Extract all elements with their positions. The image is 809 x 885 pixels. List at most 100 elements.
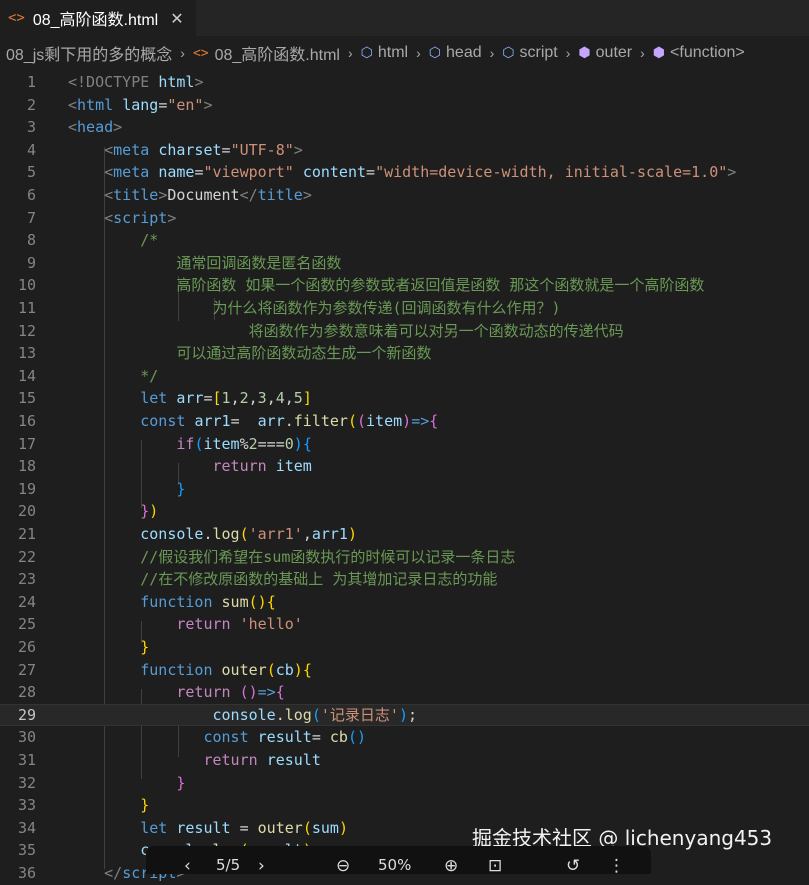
code-line[interactable]: 28 return ()=>{ [0,681,809,704]
code-line[interactable]: 2 <html lang="en"> [0,94,809,117]
element-icon: ⬡ [428,45,442,61]
chevron-left-icon[interactable]: ‹ [184,856,191,876]
code-token: content [302,163,367,182]
code-line[interactable]: 7 <script> [0,207,809,230]
code-token: ( [248,592,258,611]
code-line[interactable]: 1 <!DOCTYPE html> [0,71,809,94]
code-token: ( [311,705,321,724]
code-line[interactable]: 4 <meta charset="UTF-8"> [0,139,809,162]
code-line[interactable]: 27 function outer(cb){ [0,659,809,682]
code-line[interactable]: 6 <title>Document</title> [0,184,809,207]
code-line[interactable]: 30 const result= cb() [0,726,809,749]
code-text: <meta name="viewport" content="width=dev… [68,161,736,184]
code-line[interactable]: 26 } [0,636,809,659]
breadcrumb-folder[interactable]: 08_js剩下用的多的概念 [6,41,172,65]
code-token: > [293,140,303,159]
zoom-in-icon[interactable]: ⊕ [444,856,458,876]
code-line[interactable]: 32 } [0,772,809,795]
code-line[interactable]: 25 return 'hello' [0,613,809,636]
line-number: 35 [17,841,36,860]
code-line[interactable]: 12 将函数作为参数意味着可以对另一个函数动态的传递代码 [0,320,809,343]
code-token: console [212,705,276,724]
code-line[interactable]: 24 function sum(){ [0,591,809,614]
close-icon[interactable]: ✕ [170,9,183,28]
chevron-right-icon[interactable]: › [258,856,265,876]
code-token: ) [257,592,267,611]
code-line[interactable]: 23 //在不修改原函数的基础上 为其增加记录日志的功能 [0,568,809,591]
code-token: 2 [239,389,249,408]
code-text: 可以通过高阶函数动态生成一个新函数 [68,342,431,365]
line-number: 31 [17,751,36,769]
code-token: ) [293,660,303,679]
line-number: 34 [17,818,36,837]
line-number: 28 [17,683,36,702]
code-token: sum [221,592,249,611]
code-line[interactable]: 14 */ [0,365,809,388]
line-number: 18 [17,457,36,476]
line-number: 24 [17,592,36,611]
breadcrumb-script[interactable]: script [520,44,558,62]
breadcrumb-file[interactable]: 08_高阶函数.html [215,41,340,65]
code-line[interactable]: 18 return item [0,455,809,478]
fit-screen-icon[interactable]: ⊡ [488,856,502,876]
code-line[interactable]: 13 可以通过高阶函数动态生成一个新函数 [0,342,809,365]
code-token: ) [357,728,367,747]
line-number: 25 [17,615,36,634]
tab-active[interactable]: <> 08_高阶函数.html ✕ [0,0,196,36]
code-token: outer [221,660,267,679]
code-line[interactable]: 15 let arr=[1,2,3,4,5] [0,387,809,410]
code-editor[interactable]: 1 <!DOCTYPE html> 2 <html lang="en"> 3 <head>… [0,70,809,882]
code-line[interactable]: 9 通常回调函数是匿名函数 [0,252,809,275]
code-token: > [194,73,204,91]
code-line[interactable]: 8 /* [0,229,809,252]
code-token: charset [158,140,222,159]
code-line[interactable]: 16 const arr1= arr.filter((item)=>{ [0,410,809,433]
line-number: 29 [17,705,36,724]
more-icon[interactable]: ⋮ [608,856,625,876]
chevron-right-icon: › [640,45,645,61]
line-number: 23 [17,570,36,589]
code-line[interactable]: 3 <head> [0,116,809,139]
code-token: < [68,163,114,182]
code-token: html [158,73,195,91]
code-token: '记录日志' [320,705,399,724]
code-token: title [257,186,303,204]
zoom-out-icon[interactable]: ⊖ [336,856,350,876]
code-line[interactable]: 21 console.log('arr1',arr1) [0,523,809,546]
code-line[interactable]: 29 console.log('记录日志'); [0,703,809,727]
code-line[interactable]: 20 }) [0,500,809,523]
code-text: <head> [68,116,122,139]
code-token: { [302,434,312,453]
line-number: 5 [26,163,36,182]
code-token: ) [338,818,348,837]
code-token: let [140,389,168,408]
code-token: arr [176,389,204,408]
code-line[interactable]: 17 if(item%2===0){ [0,433,809,456]
code-line[interactable]: 22 //假设我们希望在sum函数执行的时候可以记录一条日志 [0,546,809,569]
breadcrumb-outer[interactable]: outer [596,44,632,62]
method-cube-icon: ⬢ [578,45,591,61]
element-icon: ⬡ [360,45,373,61]
code-line[interactable]: 5 <meta name="viewport" content="width=d… [0,161,809,184]
breadcrumb-html[interactable]: html [378,44,408,62]
code-line[interactable]: 31 return result [0,749,809,772]
rotate-icon[interactable]: ↺ [566,856,580,876]
code-token: => [411,412,430,430]
code-line[interactable]: 11 为什么将函数作为参数传递(回调函数有什么作用？) [0,297,809,320]
code-text: function outer(cb){ [68,659,312,682]
code-line[interactable]: 19 } [0,478,809,501]
code-token: } [176,479,186,498]
code-line[interactable]: 33 } [0,794,809,817]
breadcrumb-function[interactable]: <function> [670,44,745,62]
line-number: 33 [17,796,36,815]
breadcrumb-head[interactable]: head [446,44,482,62]
code-line[interactable]: 10 高阶函数 如果一个函数的参数或者返回值是函数 那这个函数就是一个高阶函数 [0,274,809,297]
